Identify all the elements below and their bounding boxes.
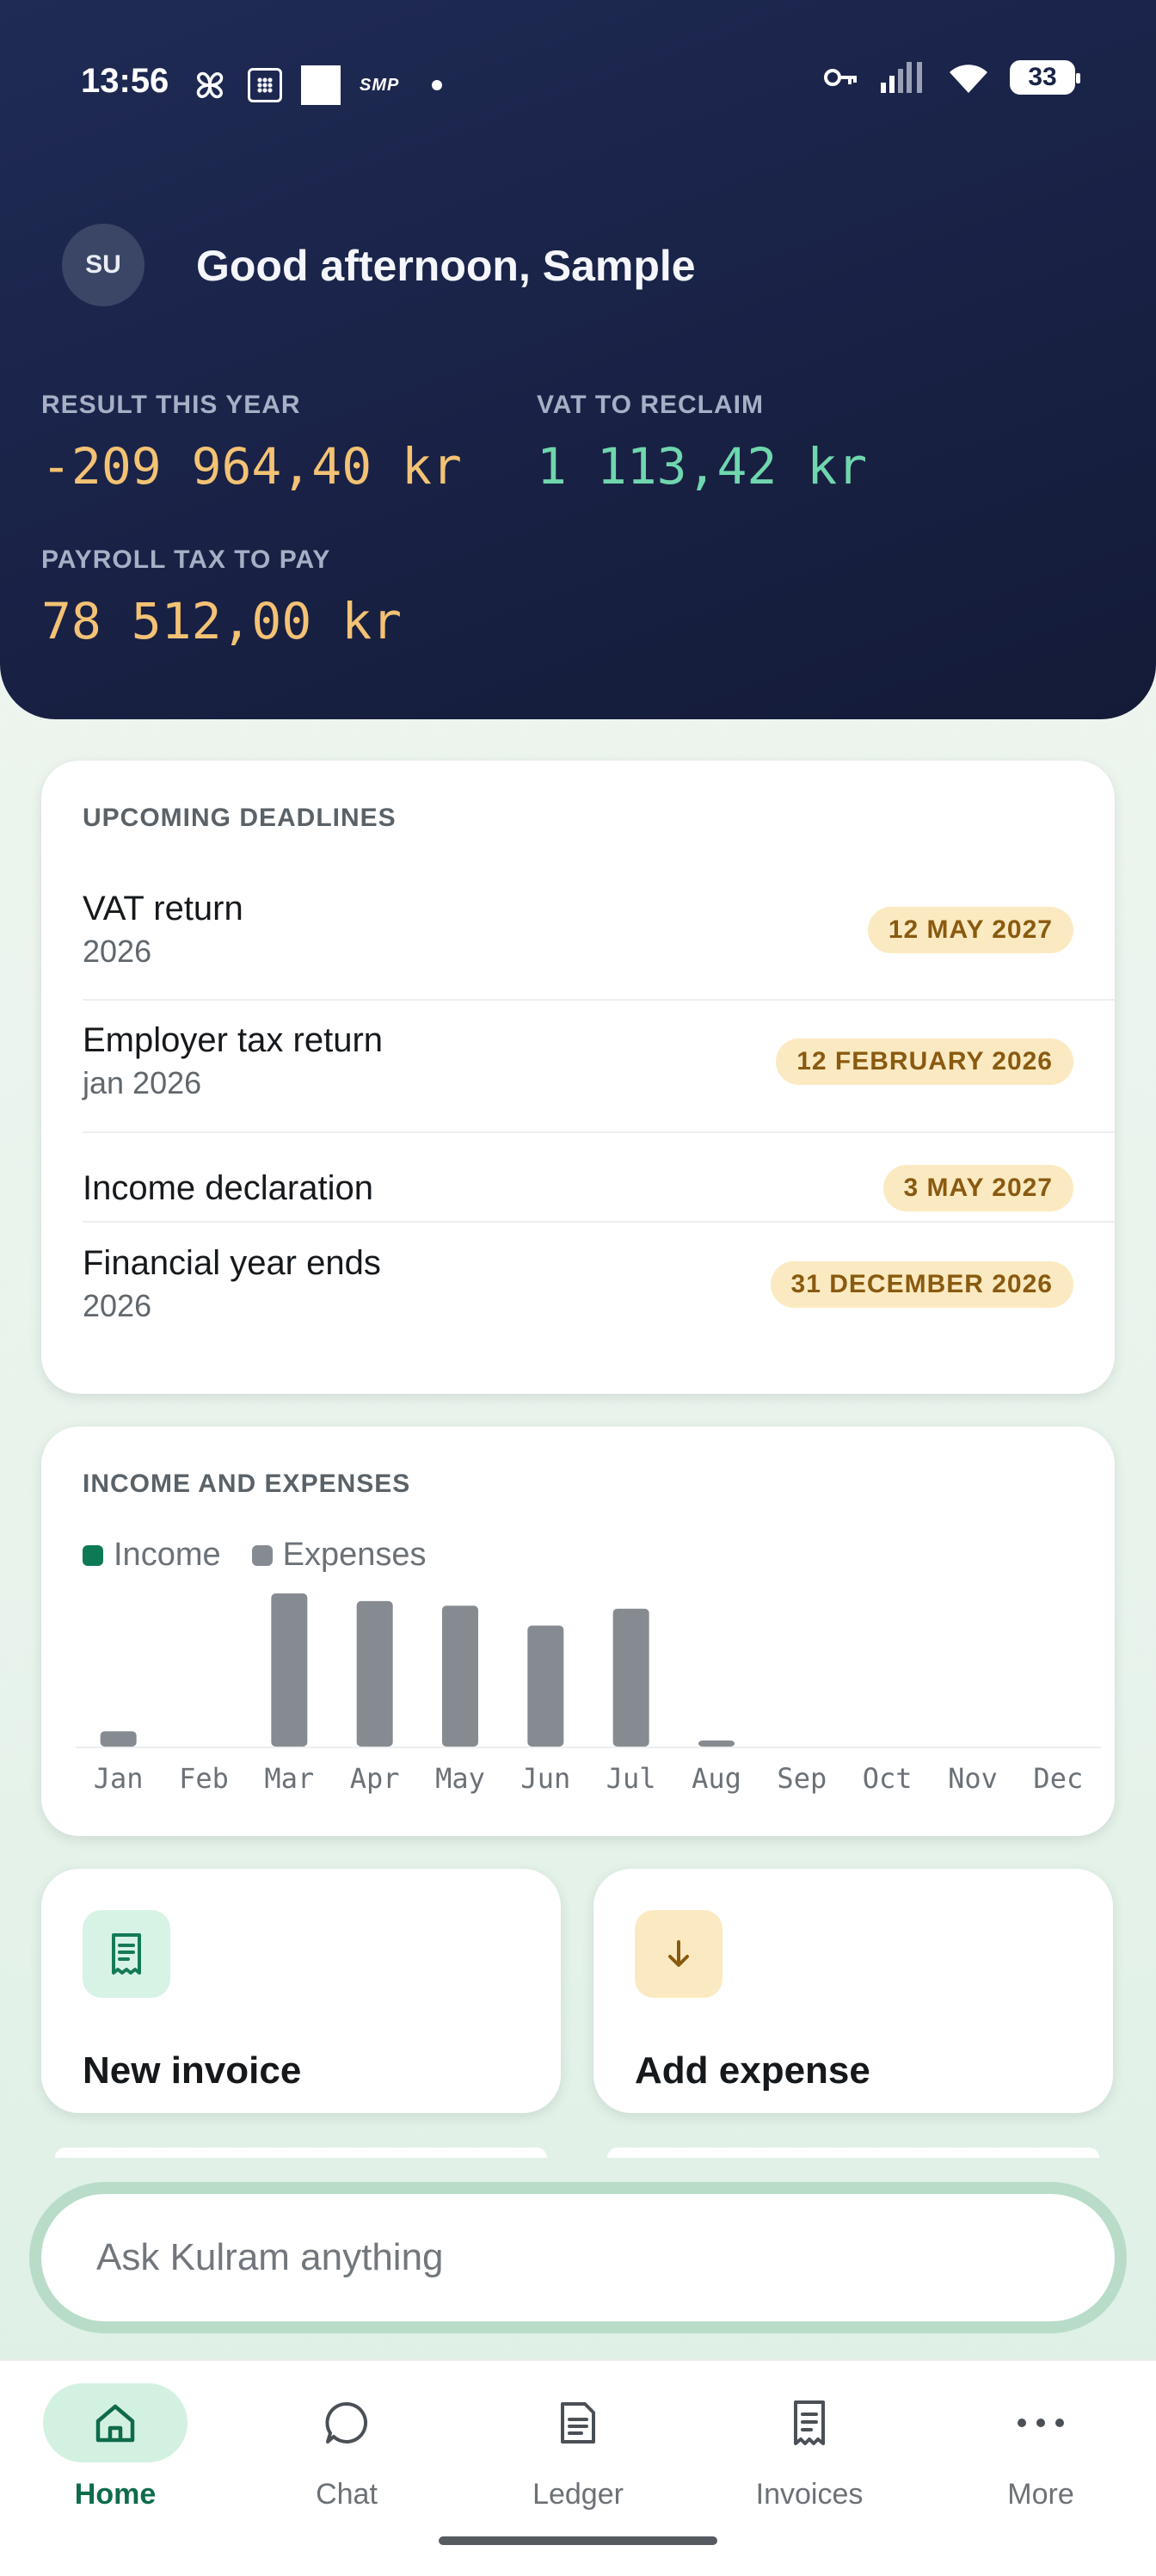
vat-value: 1 113,42 kr: [537, 437, 868, 496]
income-expenses-card: INCOME AND EXPENSES Income Expenses Jan F…: [41, 1427, 1115, 1836]
deadline-date-badge: 3 MAY 2027: [882, 1165, 1073, 1211]
income-expenses-chart: Jan Feb Mar Apr May Jun Jul Aug Sep Oct Nov Dec: [76, 1593, 1101, 1795]
deadline-row[interactable]: Income declaration 3 MAY 2027: [83, 1155, 1073, 1222]
receipt-icon: [83, 1910, 170, 1998]
nav-home[interactable]: Home: [29, 2383, 201, 2538]
x-tick-label: Nov: [948, 1762, 998, 1795]
notification-dot-icon: [432, 80, 443, 90]
new-invoice-label: New invoice: [83, 2049, 302, 2092]
status-bar: 13:56 SMP 33: [0, 55, 1156, 117]
add-expense-label: Add expense: [635, 2049, 870, 2092]
greeting-title: Good afternoon, Sample: [196, 242, 696, 290]
x-tick-label: May: [435, 1762, 485, 1795]
x-tick-label: Jan: [94, 1762, 144, 1795]
add-expense-button[interactable]: Add expense: [593, 1869, 1113, 2113]
deadline-row[interactable]: VAT return 2026 12 MAY 2027: [83, 890, 1073, 970]
bar-expenses-jan: [100, 1731, 137, 1747]
ledger-icon: [561, 2402, 595, 2444]
chat-bubble-icon: [325, 2401, 368, 2444]
bar-expenses-may: [442, 1605, 478, 1747]
bar-expenses-jun: [527, 1625, 564, 1747]
more-dots-icon: [1018, 2419, 1064, 2427]
nav-label: Chat: [316, 2478, 378, 2511]
battery-icon: 33: [1010, 60, 1080, 95]
ask-placeholder: Ask Kulram anything: [96, 2236, 444, 2278]
invoice-icon: [794, 2400, 825, 2445]
divider: [83, 1221, 1115, 1223]
x-tick-label: Feb: [179, 1762, 229, 1795]
payroll-value: 78 512,00 kr: [41, 592, 403, 650]
nav-label: Invoices: [755, 2478, 864, 2511]
deadlines-title: UPCOMING DEADLINES: [83, 804, 397, 832]
nav-label: More: [1007, 2478, 1074, 2511]
arrow-down-icon: [635, 1910, 722, 1998]
deadline-date-badge: 12 MAY 2027: [867, 906, 1073, 953]
nav-more[interactable]: More: [955, 2383, 1127, 2538]
avatar[interactable]: SU: [62, 224, 144, 306]
next-card-peek: [607, 2148, 1099, 2158]
payroll-label: PAYROLL TAX TO PAY: [41, 545, 331, 574]
smp-icon: SMP: [360, 75, 400, 95]
nav-ledger[interactable]: Ledger: [492, 2383, 664, 2538]
result-label: RESULT THIS YEAR: [41, 391, 301, 419]
bar-expenses-apr: [356, 1600, 393, 1747]
dashboard-header: 13:56 SMP 33 SU Good afternoon, Sample R…: [0, 0, 1156, 719]
home-indicator: [439, 2536, 717, 2545]
x-tick-label: Oct: [863, 1762, 913, 1795]
fan-icon: [196, 71, 224, 99]
signal-icon: [881, 62, 922, 93]
deadlines-card: UPCOMING DEADLINES VAT return 2026 12 MA…: [41, 761, 1115, 1394]
deadline-row[interactable]: Employer tax return jan 2026 12 FEBRUARY…: [83, 1021, 1073, 1101]
divider: [83, 1131, 1115, 1133]
bar-expenses-jul: [612, 1608, 649, 1747]
new-invoice-button[interactable]: New invoice: [41, 1869, 561, 2113]
next-card-peek: [55, 2148, 547, 2158]
deadline-date-badge: 12 FEBRUARY 2026: [776, 1038, 1073, 1085]
x-tick-label: Mar: [264, 1762, 314, 1795]
bar-expenses-aug: [698, 1740, 735, 1747]
result-value: -209 964,40 kr: [41, 437, 462, 496]
x-tick-label: Jul: [606, 1762, 656, 1795]
square-icon: [301, 65, 341, 105]
x-tick-label: Aug: [692, 1762, 741, 1795]
nav-label: Ledger: [532, 2478, 624, 2511]
bar-expenses-mar: [271, 1593, 308, 1747]
divider: [83, 999, 1115, 1001]
x-tick-label: Dec: [1033, 1762, 1083, 1795]
nav-invoices[interactable]: Invoices: [723, 2383, 895, 2538]
x-tick-label: Jun: [520, 1762, 570, 1795]
x-tick-label: Sep: [777, 1762, 827, 1795]
home-icon: [95, 2404, 135, 2443]
wifi-icon: [950, 65, 987, 93]
calculator-icon: [248, 68, 282, 102]
vpn-key-icon: [824, 69, 857, 86]
x-tick-label: Apr: [350, 1762, 400, 1795]
deadline-row[interactable]: Financial year ends 2026 31 DECEMBER 202…: [83, 1244, 1073, 1324]
vat-label: VAT TO RECLAIM: [537, 391, 764, 419]
deadline-date-badge: 31 DECEMBER 2026: [770, 1260, 1073, 1308]
ask-input[interactable]: Ask Kulram anything: [41, 2194, 1115, 2321]
nav-label: Home: [74, 2478, 157, 2511]
ask-bar: Ask Kulram anything: [29, 2182, 1127, 2333]
status-time: 13:56: [81, 62, 169, 100]
nav-chat[interactable]: Chat: [261, 2383, 433, 2538]
